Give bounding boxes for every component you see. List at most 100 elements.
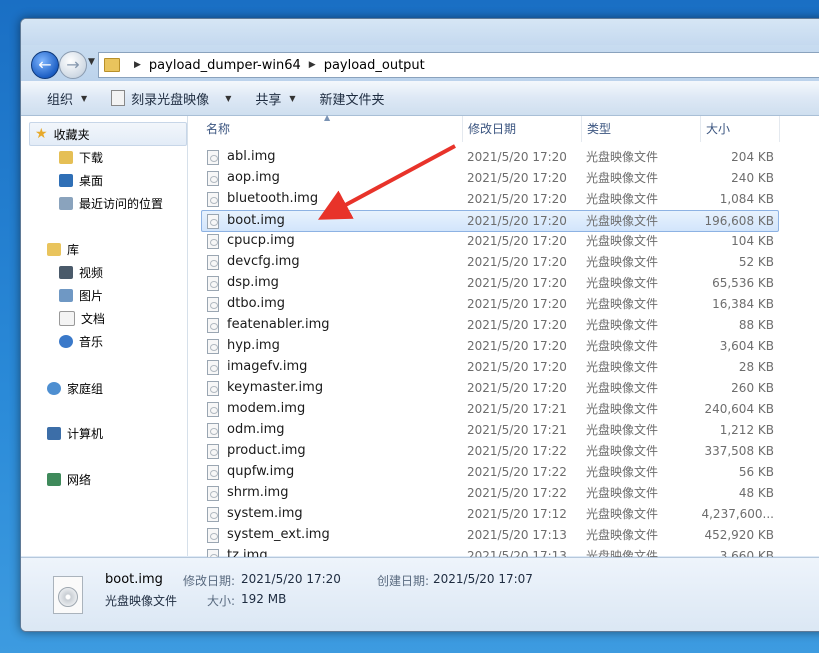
burn-image-button[interactable]: 刻录光盘映像 ▼: [99, 81, 243, 115]
sidebar-item-desktop[interactable]: 桌面: [59, 170, 103, 190]
sidebar-item-label: 文档: [81, 311, 106, 326]
column-header-size[interactable]: 大小: [700, 116, 780, 142]
column-header-type[interactable]: 类型: [581, 116, 701, 142]
sidebar-item-downloads[interactable]: 下载: [59, 147, 103, 167]
file-date: 2021/5/20 17:20: [467, 214, 567, 228]
disc-image-file-icon: [207, 234, 219, 249]
file-size: 104 KB: [731, 234, 774, 248]
sidebar-item-music[interactable]: 音乐: [59, 331, 103, 351]
file-name: aop.img: [227, 170, 280, 185]
file-name: system_ext.img: [227, 527, 330, 542]
file-date: 2021/5/20 17:21: [467, 402, 567, 416]
file-row[interactable]: keymaster.img 2021/5/20 17:20 光盘映像文件 260 KB: [202, 378, 778, 398]
organize-button[interactable]: 组织 ▼: [21, 81, 99, 115]
disc-image-file-icon: [53, 576, 83, 614]
file-row[interactable]: bluetooth.img 2021/5/20 17:20 光盘映像文件 1,084 …: [202, 189, 778, 209]
file-name: imagefv.img: [227, 359, 308, 374]
sidebar-item-pictures[interactable]: 图片: [59, 285, 103, 305]
share-button[interactable]: 共享 ▼: [243, 81, 307, 115]
file-type: 光盘映像文件: [586, 402, 659, 416]
file-row[interactable]: imagefv.img 2021/5/20 17:20 光盘映像文件 28 KB: [202, 357, 778, 377]
file-row[interactable]: cpucp.img 2021/5/20 17:20 光盘映像文件 104 KB: [202, 231, 778, 251]
column-header-name[interactable]: 名称: [200, 116, 463, 142]
file-type: 光盘映像文件: [586, 528, 659, 542]
forward-button[interactable]: →: [59, 51, 87, 79]
sidebar-item-label: 网络: [67, 472, 92, 487]
file-row[interactable]: modem.img 2021/5/20 17:21 光盘映像文件 240,604 KB: [202, 399, 778, 419]
details-size-label: 大小:: [207, 594, 236, 608]
sidebar-item-videos[interactable]: 视频: [59, 262, 103, 282]
address-bar[interactable]: ▶ payload_dumper-win64 ▶ payload_output: [98, 52, 819, 78]
file-row[interactable]: shrm.img 2021/5/20 17:22 光盘映像文件 48 KB: [202, 483, 778, 503]
file-row[interactable]: dsp.img 2021/5/20 17:20 光盘映像文件 65,536 KB: [202, 273, 778, 293]
sidebar-item-label: 库: [67, 242, 80, 257]
file-row[interactable]: system.img 2021/5/20 17:12 光盘映像文件 4,237,600…: [202, 504, 778, 524]
recent-pages-dropdown-icon[interactable]: ▼: [88, 57, 95, 67]
breadcrumb-segment[interactable]: payload_output: [324, 58, 425, 73]
sidebar-item-favorites[interactable]: ★ 收藏夹: [35, 124, 90, 144]
file-row[interactable]: hyp.img 2021/5/20 17:20 光盘映像文件 3,604 KB: [202, 336, 778, 356]
chevron-down-icon: ▼: [225, 93, 232, 103]
breadcrumb-segment[interactable]: payload_dumper-win64: [149, 58, 301, 73]
document-icon: [59, 310, 75, 326]
file-type: 光盘映像文件: [586, 150, 659, 164]
recent-places-icon: [59, 196, 73, 210]
sidebar-item-computer[interactable]: 计算机: [47, 423, 103, 443]
file-name: bluetooth.img: [227, 191, 319, 206]
star-icon: ★: [35, 126, 48, 142]
file-row[interactable]: devcfg.img 2021/5/20 17:20 光盘映像文件 52 KB: [202, 252, 778, 272]
file-type: 光盘映像文件: [586, 214, 659, 228]
picture-icon: [59, 288, 73, 302]
disc-image-file-icon: [207, 444, 219, 459]
file-type: 光盘映像文件: [586, 507, 659, 521]
breadcrumb-chevron-icon[interactable]: ▶: [134, 60, 141, 70]
file-row[interactable]: abl.img 2021/5/20 17:20 光盘映像文件 204 KB: [202, 147, 778, 167]
folder-icon: [104, 58, 120, 72]
file-size: 56 KB: [738, 465, 774, 479]
sidebar-item-homegroup[interactable]: 家庭组: [47, 378, 103, 398]
sidebar-item-label: 收藏夹: [53, 127, 90, 142]
disc-image-file-icon: [207, 171, 219, 186]
file-size: 260 KB: [731, 381, 774, 395]
sidebar-item-label: 视频: [79, 265, 104, 280]
details-file-name: boot.img: [105, 572, 163, 587]
breadcrumb-chevron-icon[interactable]: ▶: [309, 60, 316, 70]
file-size: 240 KB: [731, 171, 774, 185]
file-name: featenabler.img: [227, 317, 330, 332]
file-date: 2021/5/20 17:20: [467, 381, 567, 395]
title-bar[interactable]: [21, 19, 819, 45]
file-row[interactable]: system_ext.img 2021/5/20 17:13 光盘映像文件 452,9…: [202, 525, 778, 545]
disc-image-file-icon: [207, 381, 219, 396]
file-date: 2021/5/20 17:21: [467, 423, 567, 437]
sidebar-item-label: 下载: [79, 150, 104, 165]
file-date: 2021/5/20 17:20: [467, 297, 567, 311]
file-type: 光盘映像文件: [586, 276, 659, 290]
sidebar-item-libraries[interactable]: 库: [47, 239, 79, 259]
file-row[interactable]: featenabler.img 2021/5/20 17:20 光盘映像文件 88 K…: [202, 315, 778, 335]
file-row[interactable]: product.img 2021/5/20 17:22 光盘映像文件 337,508 …: [202, 441, 778, 461]
new-folder-button[interactable]: 新建文件夹: [308, 81, 397, 115]
file-row[interactable]: qupfw.img 2021/5/20 17:22 光盘映像文件 56 KB: [202, 462, 778, 482]
file-row[interactable]: aop.img 2021/5/20 17:20 光盘映像文件 240 KB: [202, 168, 778, 188]
column-header-date[interactable]: 修改日期: [462, 116, 582, 142]
file-name: abl.img: [227, 149, 276, 164]
homegroup-icon: [47, 381, 61, 395]
details-modified-value: 2021/5/20 17:20: [241, 572, 341, 586]
file-row[interactable]: odm.img 2021/5/20 17:21 光盘映像文件 1,212 KB: [202, 420, 778, 440]
file-name: system.img: [227, 506, 303, 521]
desktop-icon: [59, 173, 73, 187]
disc-image-file-icon: [207, 486, 219, 501]
file-row[interactable]: boot.img 2021/5/20 17:20 光盘映像文件 196,608 KB: [201, 210, 779, 232]
file-row[interactable]: dtbo.img 2021/5/20 17:20 光盘映像文件 16,384 KB: [202, 294, 778, 314]
sidebar-item-recent[interactable]: 最近访问的位置: [59, 193, 163, 213]
file-type: 光盘映像文件: [586, 318, 659, 332]
sidebar-item-label: 家庭组: [67, 381, 104, 396]
file-size: 16,384 KB: [712, 297, 774, 311]
sidebar-item-label: 桌面: [79, 173, 104, 188]
burn-image-label: 刻录光盘映像: [131, 92, 210, 108]
back-button[interactable]: ←: [31, 51, 59, 79]
details-created-value: 2021/5/20 17:07: [433, 572, 533, 586]
sidebar-item-network[interactable]: 网络: [47, 469, 91, 489]
chevron-down-icon: ▼: [81, 93, 88, 103]
sidebar-item-documents[interactable]: 文档: [59, 308, 105, 328]
